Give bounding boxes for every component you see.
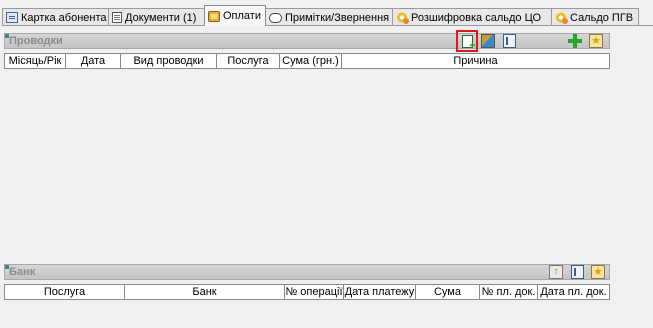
panel-corner-marker xyxy=(5,34,9,38)
calculator-icon xyxy=(481,34,495,48)
favorite-button[interactable]: ★ xyxy=(588,33,604,49)
column-header[interactable]: № операції xyxy=(285,285,344,299)
tab-label: Картка абонента xyxy=(21,11,107,24)
card-icon xyxy=(6,12,18,23)
tab-notes[interactable]: Примітки/Звернення xyxy=(265,8,393,26)
postings-panel-title: Проводки xyxy=(9,35,63,47)
bank-panel-header: Банк xyxy=(4,264,610,280)
tab-strip-divider xyxy=(2,25,653,26)
column-header[interactable]: Послуга xyxy=(5,285,125,299)
bank-toolbar: ↑ ★ xyxy=(548,264,606,280)
gear-icon xyxy=(555,12,568,24)
column-header[interactable]: Дата платежу xyxy=(344,285,416,299)
column-header[interactable]: Банк xyxy=(125,285,285,299)
gear-icon xyxy=(396,12,409,24)
calculate-button[interactable] xyxy=(480,33,496,49)
tab-label: Примітки/Звернення xyxy=(285,11,390,24)
column-header[interactable]: Місяць/Рік xyxy=(5,54,66,68)
column-header[interactable]: Вид проводки xyxy=(121,54,217,68)
payments-icon xyxy=(208,10,220,22)
add-button[interactable] xyxy=(567,33,583,49)
bank-grid-header: Послуга Банк № операції Дата платежу Сум… xyxy=(4,284,610,300)
column-header[interactable]: Причина xyxy=(342,54,609,68)
tab-label: Розшифровка сальдо ЦО xyxy=(411,11,542,24)
tab-balance-pgv[interactable]: Сальдо ПГВ xyxy=(551,8,639,26)
tab-label: Оплати xyxy=(223,10,261,22)
book-icon xyxy=(570,265,584,279)
upload-icon: ↑ xyxy=(549,265,563,279)
column-header[interactable]: Дата xyxy=(66,54,121,68)
new-document-icon xyxy=(461,34,476,52)
tab-documents[interactable]: Документи (1) xyxy=(108,8,205,26)
star-icon: ★ xyxy=(589,34,603,48)
note-icon xyxy=(269,12,282,23)
tab-label: Документи (1) xyxy=(125,11,197,24)
tab-strip: Картка абонента Документи (1) Оплати При… xyxy=(2,5,653,26)
postings-toolbar xyxy=(456,30,517,52)
column-header[interactable]: Дата пл. док. xyxy=(538,285,609,299)
document-icon xyxy=(112,12,122,23)
column-header[interactable]: № пл. док. xyxy=(480,285,538,299)
export-button[interactable]: ↑ xyxy=(548,264,564,280)
panel-corner-marker xyxy=(5,265,9,269)
book-icon xyxy=(502,34,516,48)
tab-label: Сальдо ПГВ xyxy=(570,11,634,24)
favorite-button[interactable]: ★ xyxy=(590,264,606,280)
tab-subscriber-card[interactable]: Картка абонента xyxy=(2,8,109,26)
new-document-button[interactable] xyxy=(456,30,478,52)
star-icon: ★ xyxy=(591,265,605,279)
column-header[interactable]: Сума xyxy=(416,285,480,299)
view-book-button[interactable] xyxy=(501,33,517,49)
column-header[interactable]: Послуга xyxy=(217,54,280,68)
tab-balance-decode[interactable]: Розшифровка сальдо ЦО xyxy=(392,8,552,26)
postings-toolbar-right: ★ xyxy=(567,33,604,49)
postings-panel-header: Проводки xyxy=(4,33,610,49)
bank-panel-title: Банк xyxy=(9,266,36,278)
postings-grid-header: Місяць/Рік Дата Вид проводки Послуга Сум… xyxy=(4,53,610,69)
add-icon xyxy=(568,34,582,48)
column-header[interactable]: Сума (грн.) xyxy=(280,54,342,68)
tab-payments[interactable]: Оплати xyxy=(204,5,266,26)
view-book-button[interactable] xyxy=(569,264,585,280)
